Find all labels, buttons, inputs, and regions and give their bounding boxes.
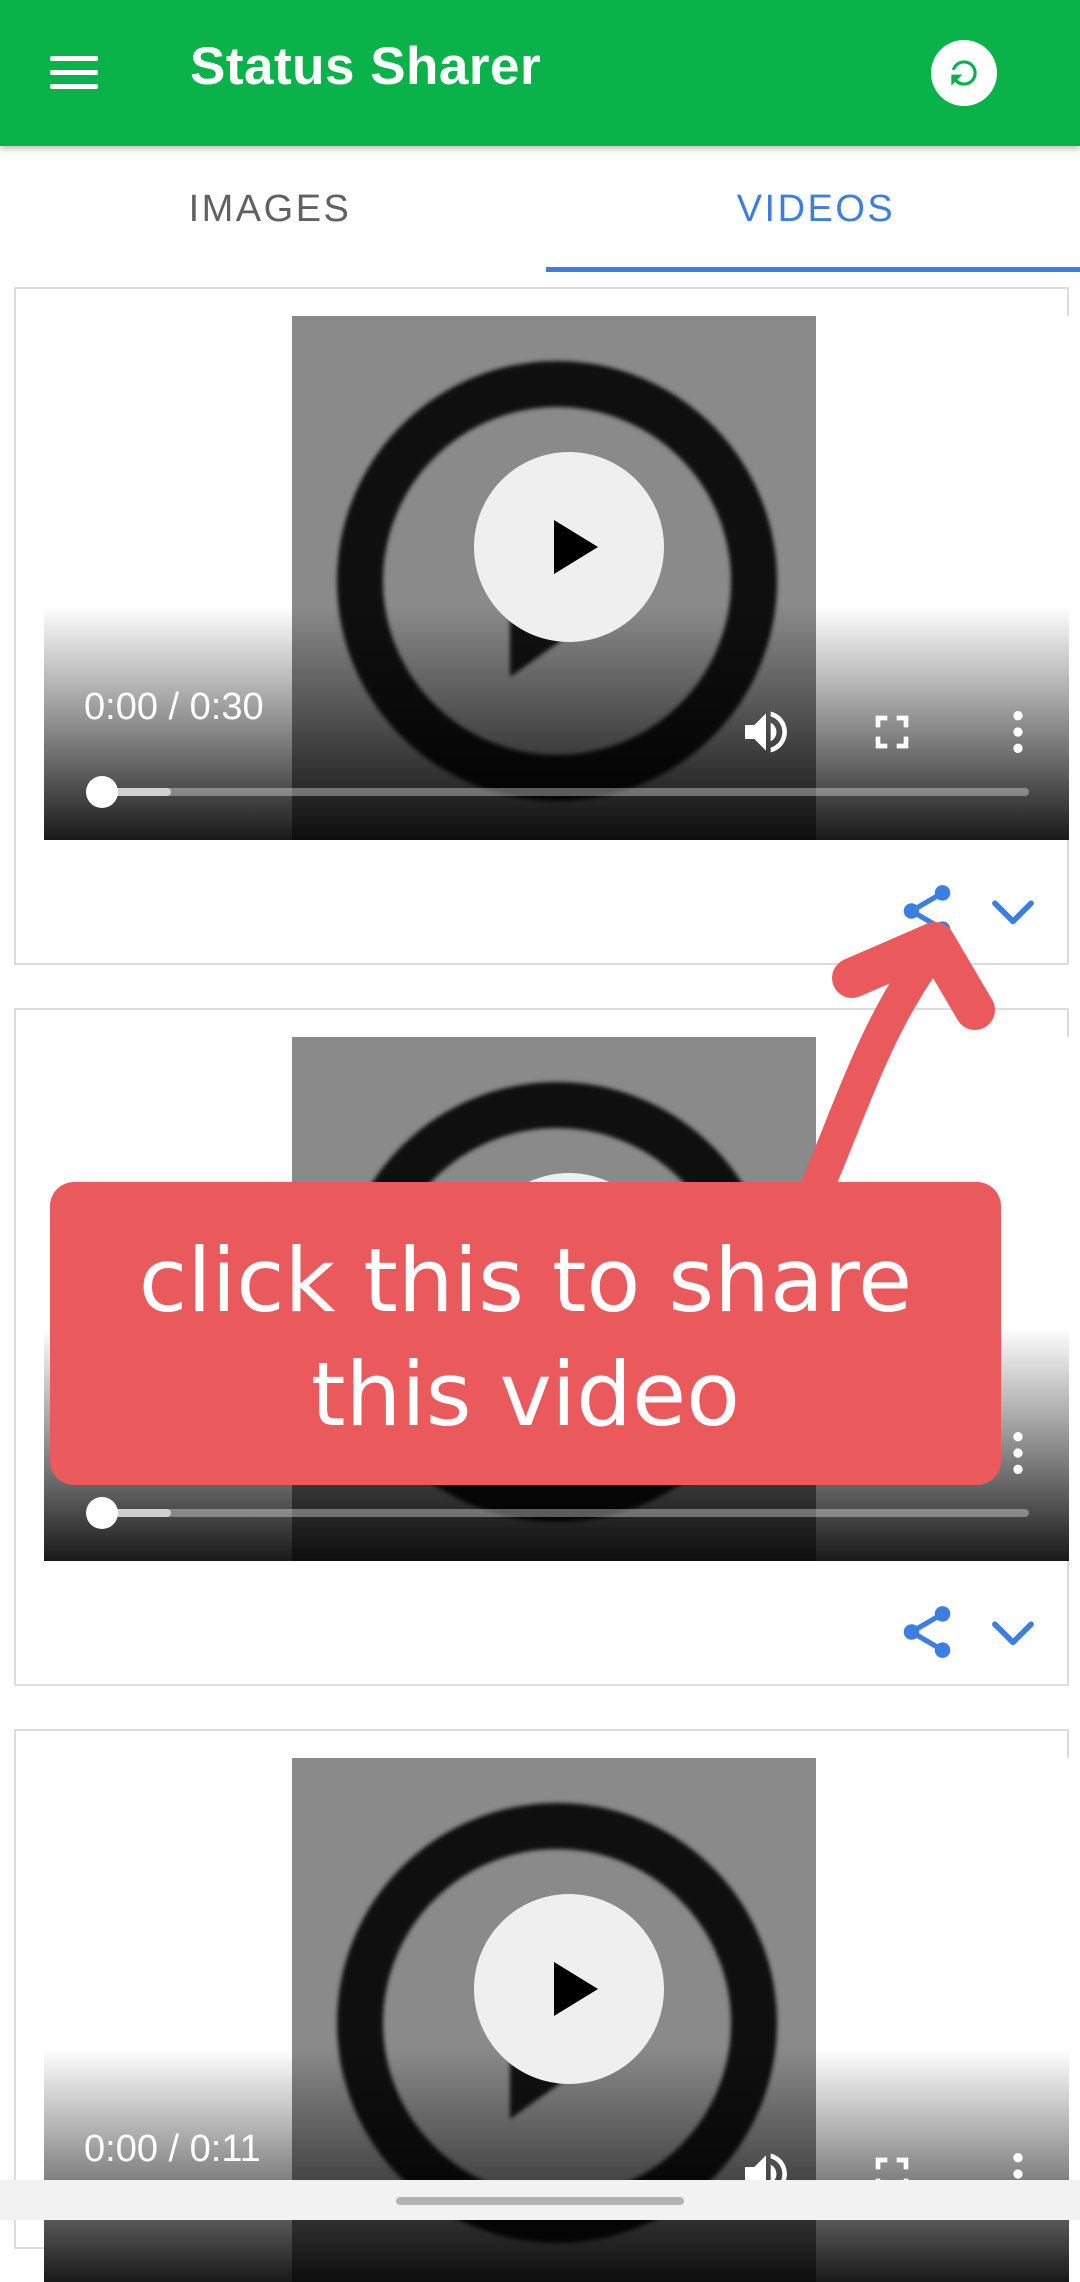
callout-line-2: this video <box>311 1343 740 1446</box>
home-gesture-handle[interactable] <box>396 2197 684 2205</box>
tab-images[interactable]: IMAGES <box>0 146 540 272</box>
app-title: Status Sharer <box>190 37 542 96</box>
annotation-callout: click this to share this video <box>50 1182 1001 1485</box>
system-nav-bar <box>0 2180 1080 2220</box>
app-bar: Status Sharer <box>0 0 1080 146</box>
refresh-icon <box>951 60 977 86</box>
chevron-down-icon[interactable] <box>982 880 1044 942</box>
more-vert-icon[interactable] <box>990 704 1046 760</box>
video-card: 0:00 / 0:11 <box>14 1729 1069 2282</box>
video-player[interactable]: 0:00 / 0:30 <box>44 316 1069 840</box>
tab-indicator <box>546 267 1080 272</box>
tab-bar: IMAGES VIDEOS <box>0 146 1080 272</box>
seek-bar[interactable] <box>101 1509 1029 1517</box>
hamburger-menu-icon[interactable] <box>40 45 110 101</box>
share-icon[interactable] <box>896 1601 958 1663</box>
video-time: 0:00 / 0:30 <box>84 686 264 728</box>
fullscreen-icon[interactable] <box>864 704 920 760</box>
share-icon[interactable] <box>896 880 958 942</box>
video-time: 0:00 / 0:11 <box>84 2128 261 2170</box>
play-icon[interactable] <box>474 1894 664 2084</box>
refresh-button[interactable] <box>931 40 997 106</box>
chevron-down-icon[interactable] <box>982 1601 1044 1663</box>
play-icon[interactable] <box>474 452 664 642</box>
volume-icon[interactable] <box>738 704 794 760</box>
callout-line-1: click this to share <box>138 1229 913 1332</box>
video-card: 0:00 / 0:30 <box>14 287 1069 965</box>
tab-videos[interactable]: VIDEOS <box>546 146 1080 272</box>
seek-thumb[interactable] <box>86 1497 118 1529</box>
seek-bar[interactable] <box>101 788 1029 796</box>
seek-thumb[interactable] <box>86 776 118 808</box>
